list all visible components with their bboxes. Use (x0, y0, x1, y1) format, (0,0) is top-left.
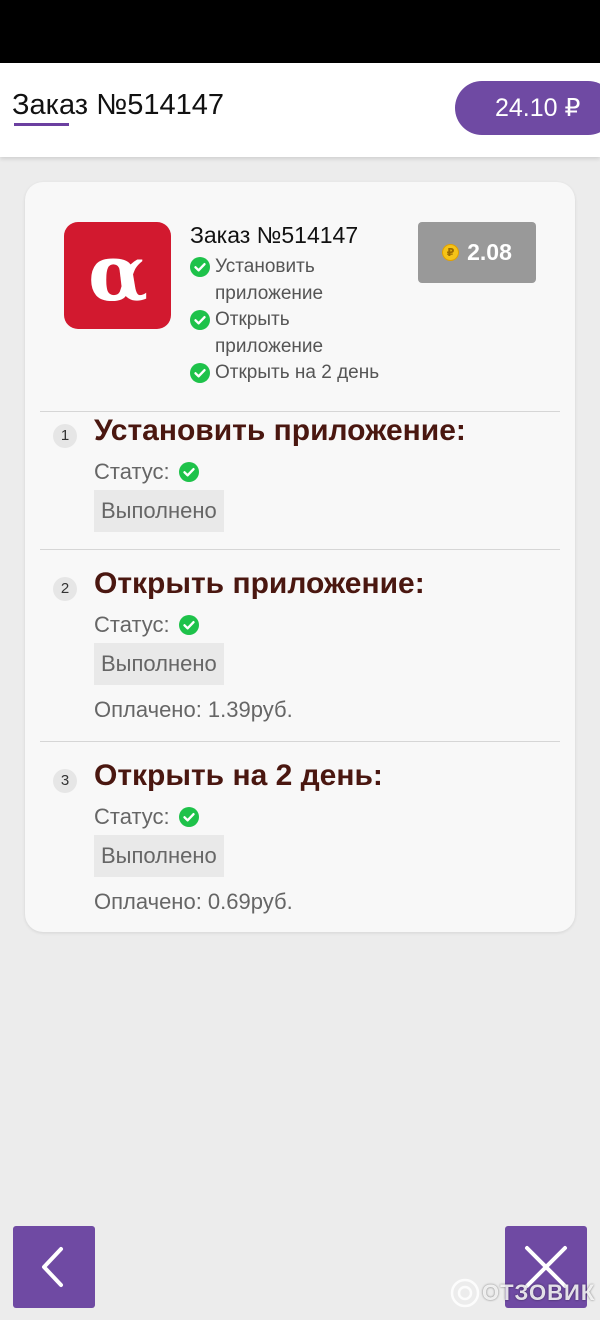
task-status-row: Статус: (94, 459, 199, 485)
summary-item-label: приложение (215, 282, 324, 304)
status-chip: Выполнено (94, 835, 224, 877)
reward-amount: 2.08 (467, 239, 512, 265)
check-circle-icon (178, 615, 199, 635)
task-title: Открыть на 2 день: (94, 759, 383, 792)
back-button[interactable] (13, 1226, 95, 1308)
check-circle-icon (190, 257, 210, 277)
summary-item-label: Установить (215, 256, 315, 277)
check-circle-icon (190, 310, 210, 330)
paid-amount: Оплачено: 1.39руб. (94, 697, 293, 722)
paid-amount: Оплачено: 0.69руб. (94, 889, 293, 914)
order-card: α Заказ №514147 Установить приложение От… (25, 182, 575, 932)
task-install: 1 Установить приложение: Статус: Выполне… (25, 414, 575, 550)
task-status-row: Статус: (94, 804, 199, 830)
task-title: Установить приложение: (94, 414, 466, 447)
divider (40, 741, 560, 742)
reward-badge: ₽ 2.08 (418, 222, 536, 283)
summary-item-label: Открыть на 2 день (215, 362, 380, 383)
task-number: 2 (53, 577, 77, 601)
page-title: Заказ №514147 (12, 89, 225, 121)
title-underline (14, 123, 69, 126)
task-open-day2: 3 Открыть на 2 день: Статус: Выполнено О… (25, 759, 575, 929)
summary-item-label: приложение (215, 335, 324, 357)
check-circle-icon (190, 363, 210, 383)
alpha-glyph-icon: α (87, 236, 147, 316)
order-name: Заказ №514147 (190, 222, 359, 248)
chevron-left-icon (42, 1247, 63, 1287)
task-open: 2 Открыть приложение: Статус: Выполнено … (25, 567, 575, 742)
watermark-text: ОТЗОВИК (482, 1280, 596, 1305)
watermark: ОТЗОВИК (450, 1276, 595, 1310)
status-chip: Выполнено (94, 490, 224, 532)
status-label: Статус: (94, 612, 170, 637)
task-summary-list: Установить приложение Открыть приложение… (190, 254, 420, 387)
summary-item-open: Открыть приложение (190, 307, 420, 360)
summary-item-label: Открыть (215, 309, 290, 330)
task-number: 3 (53, 769, 77, 793)
ruble-coin-icon: ₽ (442, 244, 460, 261)
otzovik-logo-icon (450, 1278, 480, 1308)
svg-text:α: α (87, 236, 147, 316)
alfa-bank-logo-icon: α (64, 222, 171, 329)
task-title: Открыть приложение: (94, 567, 425, 600)
summary-item-open-day2: Открыть на 2 день (190, 360, 420, 387)
balance-badge[interactable]: 24.10 ₽ (455, 81, 600, 135)
status-label: Статус: (94, 459, 170, 484)
status-bar (0, 0, 600, 63)
summary-item-install: Установить приложение (190, 254, 420, 307)
divider (40, 411, 560, 412)
app-header: Заказ №514147 24.10 ₽ (0, 63, 600, 157)
status-label: Статус: (94, 804, 170, 829)
status-chip: Выполнено (94, 643, 224, 685)
check-circle-icon (178, 462, 199, 482)
task-status-row: Статус: (94, 612, 199, 638)
task-number: 1 (53, 424, 77, 448)
divider (40, 549, 560, 550)
check-circle-icon (178, 807, 199, 827)
